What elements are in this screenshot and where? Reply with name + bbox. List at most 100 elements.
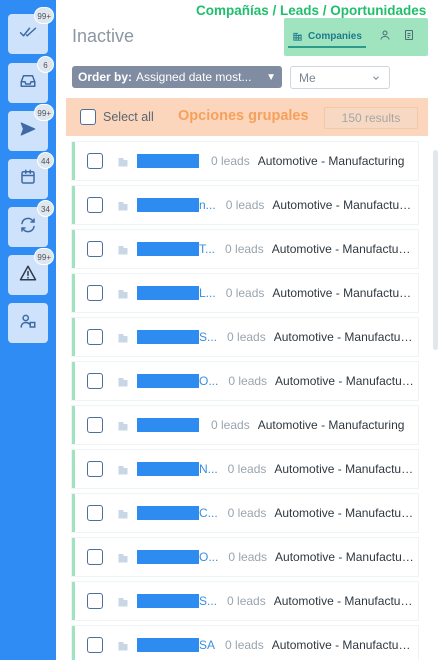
table-row[interactable]: n... 0 leads Automotive - Manufacturing: [72, 186, 418, 224]
refresh-icon: [19, 216, 37, 239]
lead-count: 0 leads: [211, 418, 250, 432]
row-checkbox[interactable]: [87, 197, 103, 213]
industry: Automotive - Manufacturing: [271, 638, 418, 652]
sidebar-item-calendar[interactable]: 44: [8, 152, 54, 199]
row-checkbox[interactable]: [87, 373, 103, 389]
lead-count: 0 leads: [227, 330, 266, 344]
industry: Automotive - Manufacturing: [273, 594, 418, 608]
owner-select[interactable]: Me: [290, 66, 390, 89]
row-checkbox[interactable]: [87, 241, 103, 257]
view-switch: Companies: [284, 18, 428, 56]
redaction: [137, 198, 199, 212]
industry: Automotive - Manufacturing: [257, 418, 405, 432]
select-all[interactable]: Select all: [80, 109, 154, 125]
row-checkbox[interactable]: [87, 505, 103, 521]
select-all-checkbox[interactable]: [80, 109, 96, 125]
warning-icon: [19, 264, 37, 287]
table-row[interactable]: T... 0 leads Automotive - Manufacturing: [72, 230, 418, 268]
redaction: [137, 550, 199, 564]
table-row[interactable]: S... 0 leads Automotive - Manufacturing: [72, 582, 418, 620]
company-name-link[interactable]: O...: [137, 550, 218, 564]
row-checkbox[interactable]: [87, 285, 103, 301]
industry: Automotive - Manufacturing: [273, 330, 418, 344]
sidebar-badge: 34: [37, 200, 54, 217]
lead-count: 0 leads: [225, 638, 264, 652]
table-row[interactable]: SA 0 leads Automotive - Manufacturing: [72, 626, 418, 660]
sidebar-badge: 99+: [34, 104, 54, 121]
company-name-link[interactable]: [137, 154, 201, 168]
building-icon: [117, 463, 129, 475]
sidebar: 99+ 6 99+ 44 34 99+: [0, 0, 56, 660]
lead-count: 0 leads: [225, 198, 265, 212]
industry: Automotive - Manufacturing: [274, 462, 418, 476]
company-name-link[interactable]: N...: [137, 462, 218, 476]
row-checkbox[interactable]: [87, 461, 103, 477]
sidebar-item-send[interactable]: 99+: [8, 104, 54, 151]
annotation-view-types: Compañías / Leads / Oportunidades: [196, 3, 427, 18]
table-row[interactable]: L... 0 leads Automotive - Manufacturing: [72, 274, 418, 312]
row-checkbox[interactable]: [87, 153, 103, 169]
company-name-link[interactable]: [137, 418, 201, 432]
redaction: [137, 594, 199, 608]
sidebar-item-alerts[interactable]: 99+: [8, 248, 54, 295]
table-row[interactable]: 0 leads Automotive - Manufacturing: [72, 406, 418, 444]
table-row[interactable]: O... 0 leads Automotive - Manufacturing: [72, 538, 418, 576]
person-icon: [379, 29, 391, 41]
industry: Automotive - Manufacturing: [275, 374, 418, 388]
building-icon: [117, 551, 129, 563]
redaction: [137, 154, 199, 168]
industry: Automotive - Manufacturing: [275, 550, 418, 564]
table-row[interactable]: C... 0 leads Automotive - Manufacturing: [72, 494, 418, 532]
company-name-link[interactable]: S...: [137, 594, 217, 608]
company-name-link[interactable]: T...: [137, 242, 215, 256]
company-name-link[interactable]: C...: [137, 506, 218, 520]
calendar-icon: [19, 168, 37, 191]
user-building-icon: [19, 312, 37, 335]
owner-value: Me: [299, 70, 316, 85]
company-name-link[interactable]: L...: [137, 286, 216, 300]
redaction: [137, 374, 199, 388]
row-checkbox[interactable]: [87, 329, 103, 345]
building-icon: [117, 595, 129, 607]
annotation-bulk-options: Opciones grupales: [178, 108, 309, 124]
results-count-button[interactable]: 150 results: [324, 107, 418, 129]
sidebar-item-sync[interactable]: 34: [8, 200, 54, 247]
industry: Automotive - Manufacturing: [271, 242, 418, 256]
redaction: [137, 330, 199, 344]
building-icon: [117, 199, 129, 211]
company-name-link[interactable]: S...: [137, 330, 217, 344]
company-name-link[interactable]: SA: [137, 638, 215, 652]
company-name-link[interactable]: O...: [137, 374, 218, 388]
double-check-icon: [19, 23, 37, 46]
building-icon: [117, 331, 129, 343]
lead-count: 0 leads: [211, 154, 250, 168]
table-row[interactable]: O... 0 leads Automotive - Manufacturing: [72, 362, 418, 400]
table-row[interactable]: 0 leads Automotive - Manufacturing: [72, 142, 418, 180]
building-icon: [117, 419, 129, 431]
redaction: [137, 418, 199, 432]
lead-count: 0 leads: [225, 242, 264, 256]
row-checkbox[interactable]: [87, 417, 103, 433]
order-by-select[interactable]: Order by: Assigned date most... ▼: [72, 66, 282, 88]
chevron-down-icon: [371, 73, 381, 83]
tab-companies[interactable]: Companies: [288, 26, 366, 48]
table-row[interactable]: S... 0 leads Automotive - Manufacturing: [72, 318, 418, 356]
building-icon: [117, 507, 129, 519]
tab-opportunities[interactable]: [402, 28, 416, 42]
tab-companies-label: Companies: [308, 30, 362, 42]
sidebar-item-inbox[interactable]: 6: [8, 56, 54, 103]
table-row[interactable]: N... 0 leads Automotive - Manufacturing: [72, 450, 418, 488]
industry: Automotive - Manufacturing: [272, 198, 418, 212]
company-name-link[interactable]: n...: [137, 198, 216, 212]
sidebar-item-tasks[interactable]: 99+: [8, 7, 54, 54]
scrollbar[interactable]: [433, 150, 438, 350]
sidebar-item-accounts[interactable]: [8, 303, 48, 343]
lead-count: 0 leads: [227, 462, 267, 476]
row-checkbox[interactable]: [87, 549, 103, 565]
row-checkbox[interactable]: [87, 593, 103, 609]
tab-leads[interactable]: [378, 28, 392, 42]
building-icon: [292, 31, 303, 42]
app-root: 99+ 6 99+ 44 34 99+ Inactive Compañías /…: [0, 0, 440, 660]
row-checkbox[interactable]: [87, 637, 103, 653]
lead-count: 0 leads: [228, 550, 268, 564]
